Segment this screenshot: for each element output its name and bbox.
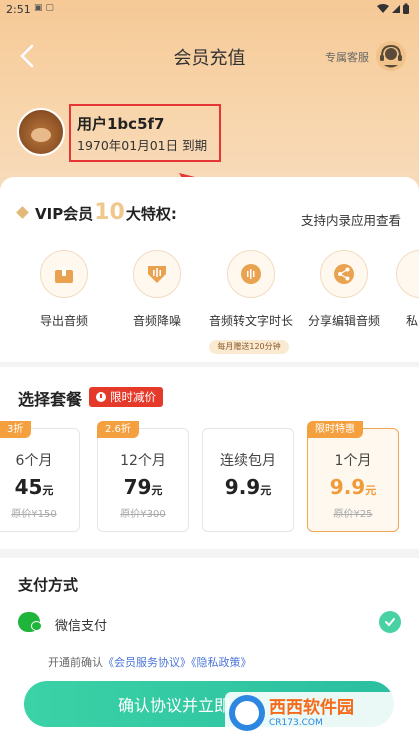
feature-label: 私	[406, 314, 419, 328]
plan-discount-tag: 限时特惠	[307, 421, 363, 438]
plan-price-value: 9.9	[329, 475, 366, 499]
plan-price-value: 9.9	[224, 475, 261, 499]
feature-share-edit[interactable]: 分享编辑音频	[302, 250, 386, 329]
plan-name: 连续包月	[220, 453, 276, 469]
avatar[interactable]	[17, 108, 65, 156]
plan-price: 9.9元	[308, 475, 398, 499]
wechat-pay-icon	[18, 612, 42, 632]
check-icon	[385, 618, 395, 627]
payment-selected-check[interactable]	[379, 611, 401, 633]
export-icon	[40, 250, 88, 298]
monthly-bonus-badge: 每月赠送120分钟	[209, 340, 289, 354]
plan-name: 12个月	[120, 453, 166, 469]
username: 用户1bc5f7	[77, 115, 165, 133]
payment-title: 支付方式	[18, 576, 79, 594]
customer-service-button[interactable]	[375, 40, 407, 72]
clock-icon	[96, 392, 106, 402]
plan-card-6-months[interactable]: 3折 6个月 45元 原价¥150	[0, 421, 80, 532]
plan-discount-tag: 3折	[0, 421, 32, 438]
service-agreement-link[interactable]: 《会员服务协议》	[103, 656, 191, 669]
status-bar: 2:51 ▣ ▢	[0, 0, 419, 20]
feature-privacy[interactable]: 私	[386, 250, 419, 329]
vip-title-suffix: 大特权:	[125, 205, 177, 223]
confirm-button-label: 确认协议并立即	[117, 696, 230, 715]
support-apps-link[interactable]: 支持内录应用查看	[301, 210, 401, 229]
status-time: 2:51	[6, 3, 31, 16]
plan-price-unit: 元	[260, 484, 272, 497]
plan-name: 1个月	[334, 453, 372, 469]
membership-expiry: 1970年01月01日 到期	[77, 138, 208, 153]
status-signal-icons	[375, 3, 413, 17]
watermark-logo-icon	[229, 695, 265, 731]
agreement-text: 开通前确认《会员服务协议》《隐私政策》	[48, 654, 252, 670]
vip-title-prefix: VIP会员	[35, 205, 94, 223]
watermark-domain: CR173.COM	[269, 717, 323, 728]
feature-label: 分享编辑音频	[307, 314, 380, 328]
plan-price-unit: 元	[151, 484, 163, 497]
status-notification-icons: ▣ ▢	[34, 3, 54, 13]
plan-card-monthly-subscription[interactable]: 连续包月 9.9元	[202, 428, 294, 532]
headset-icon	[376, 41, 406, 71]
diamond-icon	[16, 206, 29, 219]
privacy-policy-link[interactable]: 《隐私政策》	[191, 656, 252, 669]
plans-title: 选择套餐	[18, 390, 83, 409]
limited-offer-label: 限时减价	[110, 390, 156, 404]
plan-original-price: 原价¥25	[333, 509, 373, 520]
plan-card-1-month[interactable]: 限时特惠 1个月 9.9元 原价¥25	[307, 421, 399, 532]
plan-price: 45元	[0, 475, 79, 499]
share-icon	[320, 250, 368, 298]
plan-price-value: 45	[14, 475, 43, 499]
plan-price-unit: 元	[365, 484, 377, 497]
watermark-title: 西西软件园	[269, 697, 354, 718]
feature-speech-to-text[interactable]: 音频转文字时长	[209, 250, 293, 329]
plan-price: 9.9元	[203, 475, 293, 499]
feature-label: 音频降噪	[132, 314, 181, 328]
privacy-icon	[396, 250, 419, 298]
plan-original-price: 原价¥150	[11, 509, 57, 520]
vip-privilege-count: 10	[94, 200, 125, 225]
feature-noise-reduction[interactable]: 音频降噪	[115, 250, 199, 329]
feature-export-audio[interactable]: 导出音频	[22, 250, 106, 329]
watermark: 西西软件园 CR173.COM	[225, 692, 410, 734]
plan-name: 6个月	[15, 453, 53, 469]
payment-method-label[interactable]: 微信支付	[55, 615, 107, 634]
plan-price-unit: 元	[42, 484, 54, 497]
agreement-prefix: 开通前确认	[48, 656, 103, 669]
plan-discount-tag: 2.6折	[97, 421, 139, 438]
plan-card-12-months[interactable]: 2.6折 12个月 79元 原价¥300	[97, 421, 189, 532]
limited-offer-badge: 限时减价	[89, 387, 163, 407]
vip-privileges-title: VIP会员 10 大特权:	[16, 200, 177, 225]
speech-to-text-icon	[227, 250, 275, 298]
customer-service-label[interactable]: 专属客服	[325, 49, 369, 65]
plan-price-value: 79	[123, 475, 152, 499]
plan-price: 79元	[98, 475, 188, 499]
noise-reduction-icon	[133, 250, 181, 298]
feature-label: 音频转文字时长	[209, 314, 294, 328]
plan-original-price: 原价¥300	[120, 509, 166, 520]
feature-label: 导出音频	[39, 314, 88, 328]
